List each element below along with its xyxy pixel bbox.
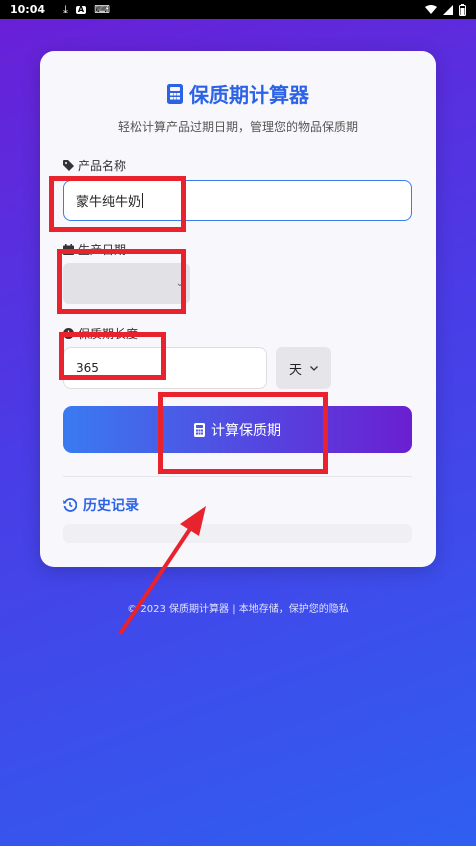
- footer: © 2023 保质期计算器 | 本地存储，保护您的隐私: [127, 604, 349, 615]
- battery-icon: [459, 3, 466, 16]
- tag-icon: [63, 160, 74, 171]
- unit-select[interactable]: 天: [276, 347, 331, 389]
- font-icon: A: [75, 4, 87, 14]
- unit-select-value: 天: [288, 362, 302, 378]
- history-icon: [63, 498, 77, 512]
- history-list: [63, 524, 412, 543]
- annotation-box-date: [57, 249, 186, 314]
- annotation-box-name: [49, 176, 186, 232]
- annotation-box-length: [59, 332, 166, 380]
- download-icon: ⤓: [63, 3, 68, 16]
- wifi-icon: [425, 4, 437, 15]
- keyboard-icon: ⌨: [94, 3, 110, 16]
- status-bar: 10:04 ⤓ A ⌨: [0, 0, 476, 19]
- calculator-icon: [167, 83, 183, 104]
- signal-icon: [443, 4, 453, 15]
- product-name-label-text: 产品名称: [78, 159, 127, 173]
- chevron-down-icon: [310, 365, 318, 371]
- status-time: 10:04: [10, 3, 46, 16]
- page-subtitle: 轻松计算产品过期日期，管理您的物品保质期: [117, 120, 358, 134]
- annotation-box-button: [158, 392, 328, 474]
- divider: [63, 476, 412, 477]
- page-title: 保质期计算器: [40, 79, 436, 108]
- page-title-text: 保质期计算器: [189, 83, 309, 107]
- product-name-label: 产品名称: [63, 157, 126, 174]
- history-title: 历史记录: [63, 495, 139, 515]
- history-title-text: 历史记录: [83, 498, 139, 514]
